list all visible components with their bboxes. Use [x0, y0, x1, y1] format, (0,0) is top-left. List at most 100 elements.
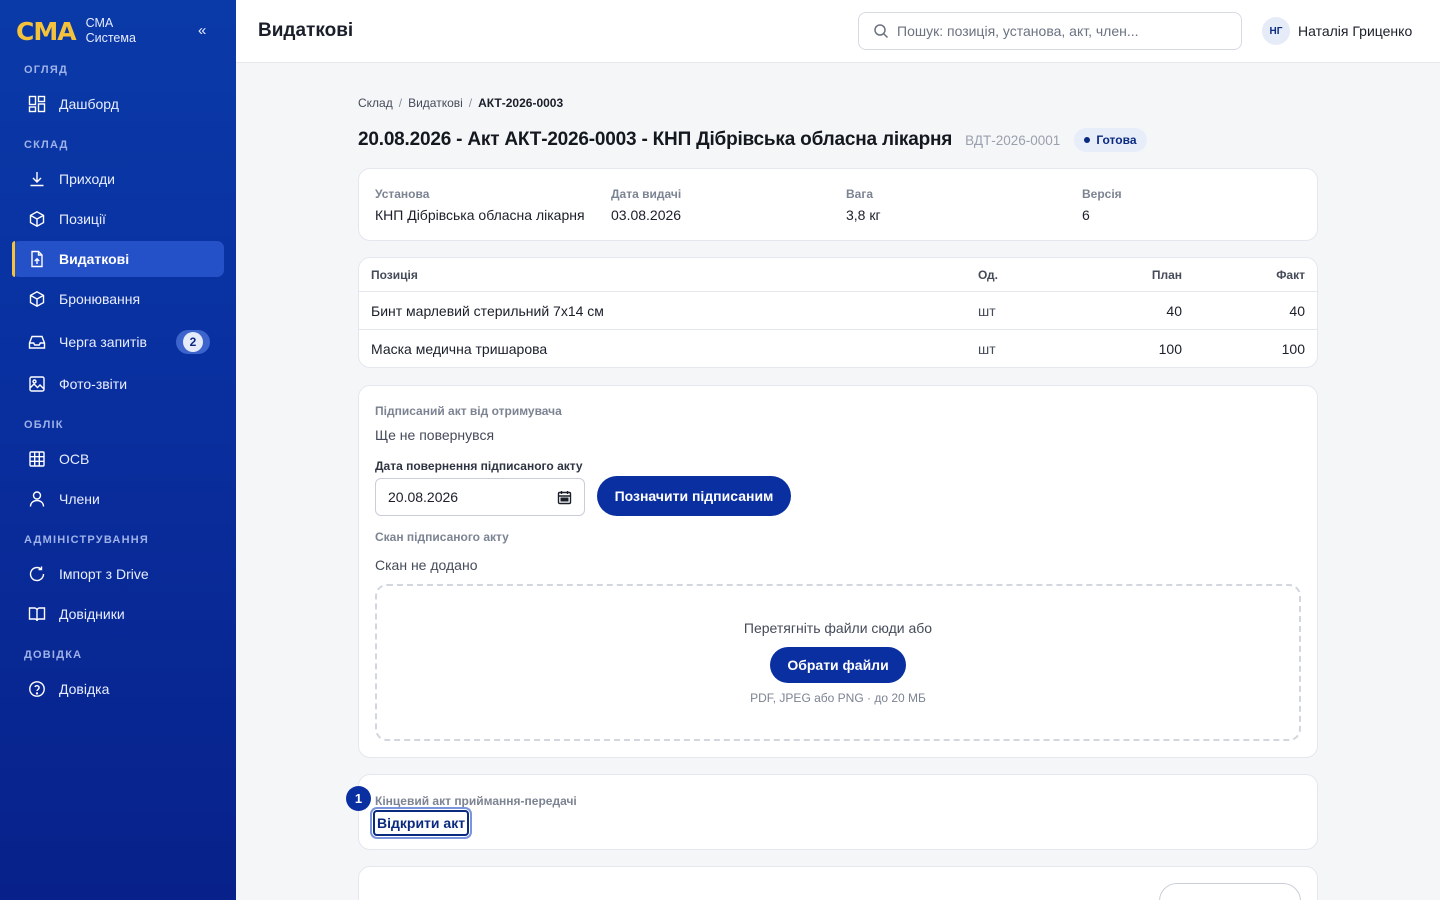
signed-act-status: Ще не повернувся	[375, 427, 495, 443]
package-icon	[29, 290, 45, 308]
refresh-icon	[29, 566, 45, 582]
document-title: 20.08.2026 - Акт АКТ-2026-0003 - КНП Діб…	[358, 129, 953, 150]
cell-unit: шт	[978, 302, 996, 319]
document-upload-icon	[31, 250, 43, 268]
sidebar-item-osv[interactable]: ОСВ	[12, 441, 224, 477]
table-row: Бинт марлевий стерильний 7х14 см шт 40 4…	[359, 292, 1317, 330]
sidebar-item-members[interactable]: Члени	[12, 481, 224, 517]
sidebar-item-expenses[interactable]: Видаткові	[12, 241, 224, 277]
breadcrumb: Склад / Видаткові / АКТ-2026-0003	[358, 96, 563, 110]
sidebar-item-label: Імпорт з Drive	[59, 566, 149, 582]
breadcrumb-current: АКТ-2026-0003	[478, 96, 564, 110]
cell-unit: шт	[978, 341, 996, 357]
book-icon	[28, 607, 46, 622]
breadcrumb-warehouse[interactable]: Склад	[358, 96, 393, 110]
sidebar: СМА СМА Система « ОГЛЯД Дашборд СКЛАД Пр…	[0, 0, 236, 900]
meta-version: Версія 6	[1082, 187, 1122, 223]
meta-value: 03.08.2026	[611, 207, 682, 223]
sidebar-item-label: Приходи	[59, 171, 115, 187]
section-action-button[interactable]	[1159, 883, 1301, 900]
meta-institution: Установа КНП Дібрівська обласна лікарня	[375, 187, 585, 223]
next-section-card	[358, 866, 1318, 900]
brand[interactable]: СМА СМА Система	[16, 16, 136, 46]
status-badge: Готова	[1074, 128, 1147, 152]
meta-value: 3,8 кг	[846, 207, 881, 223]
image-icon	[29, 376, 45, 392]
status-label: Готова	[1096, 133, 1137, 147]
mark-signed-button[interactable]: Позначити підписаним	[597, 476, 791, 516]
box-icon	[29, 210, 45, 228]
sidebar-item-positions[interactable]: Позиції	[12, 201, 224, 237]
brand-line-1: СМА	[85, 16, 114, 30]
help-circle-icon	[29, 681, 45, 697]
sidebar-item-arrivals[interactable]: Приходи	[12, 161, 224, 197]
return-date-value: 20.08.2026	[388, 489, 459, 505]
return-date-input[interactable]: 20.08.2026	[375, 478, 585, 516]
column-position: Позиція	[371, 267, 418, 282]
dashboard-icon	[28, 95, 46, 113]
section-admin: АДМІНІСТРУВАННЯ	[24, 534, 149, 546]
meta-label: Установа	[375, 187, 430, 201]
table-row: Маска медична тришарова шт 100 100	[359, 330, 1317, 367]
search-input[interactable]	[897, 23, 1217, 39]
sidebar-item-photo-reports[interactable]: Фото-звіти	[12, 366, 224, 402]
breadcrumb-separator: /	[468, 96, 473, 110]
cell-position: Бинт марлевий стерильний 7х14 см	[371, 302, 604, 319]
sidebar-item-dashboard[interactable]: Дашборд	[12, 86, 224, 122]
sidebar-item-label: Черга запитів	[59, 334, 147, 350]
choose-files-button[interactable]: Обрати файли	[770, 647, 906, 683]
cell-plan: 40	[1166, 302, 1182, 319]
column-fact: Факт	[1276, 267, 1305, 282]
sidebar-item-help[interactable]: Довідка	[12, 671, 224, 707]
meta-value: 6	[1082, 207, 1090, 223]
sidebar-item-label: Довідка	[59, 681, 110, 697]
table-header: Позиція Од. План Факт	[359, 258, 1317, 292]
search-box[interactable]	[858, 12, 1242, 50]
items-table: Позиція Од. План Факт Бинт марлевий стер…	[358, 257, 1318, 368]
brand-line-2: Система	[85, 31, 136, 45]
scan-label: Скан підписаного акту	[375, 530, 509, 544]
scan-status: Скан не додано	[375, 557, 478, 573]
sidebar-item-label: Члени	[59, 491, 100, 507]
sidebar-item-label: Видаткові	[59, 251, 130, 267]
section-accounting: ОБЛІК	[24, 419, 64, 431]
column-plan: План	[1151, 267, 1182, 282]
table-grid-icon	[29, 451, 45, 467]
column-unit: Од.	[978, 267, 998, 282]
sidebar-item-reservations[interactable]: Бронювання	[12, 281, 224, 317]
signed-act-card: Підписаний акт від отримувача Ще не пове…	[358, 385, 1318, 758]
document-meta-card: Установа КНП Дібрівська обласна лікарня …	[358, 168, 1318, 241]
file-dropzone[interactable]: Перетягніть файли сюди або Обрати файли …	[375, 584, 1301, 741]
top-bar: Видаткові НГ Наталія Гриценко	[236, 0, 1440, 63]
sidebar-item-label: Довідники	[59, 606, 125, 622]
cell-fact: 100	[1281, 341, 1305, 357]
meta-value: КНП Дібрівська обласна лікарня	[375, 207, 585, 223]
step-marker: 1	[346, 786, 371, 811]
final-act-card: Кінцевий акт приймання-передачі Відкрити…	[358, 774, 1318, 850]
calendar-icon[interactable]	[557, 490, 572, 505]
queue-count: 2	[183, 332, 203, 352]
sidebar-item-label: Позиції	[59, 211, 106, 227]
search-icon	[874, 24, 889, 39]
sidebar-item-import-drive[interactable]: Імпорт з Drive	[12, 556, 224, 592]
cell-position: Маска медична тришарова	[371, 341, 548, 357]
section-warehouse: СКЛАД	[24, 139, 69, 151]
breadcrumb-expenses[interactable]: Видаткові	[408, 96, 463, 110]
sidebar-item-label: ОСВ	[59, 451, 90, 467]
cell-fact: 40	[1289, 302, 1305, 319]
meta-weight: Вага 3,8 кг	[846, 187, 881, 223]
meta-issue-date: Дата видачі 03.08.2026	[611, 187, 681, 223]
avatar: НГ	[1262, 17, 1290, 45]
status-dot-icon	[1084, 137, 1091, 143]
open-act-button[interactable]: Відкрити акт	[373, 810, 470, 836]
final-act-label: Кінцевий акт приймання-передачі	[375, 794, 577, 808]
sidebar-item-directories[interactable]: Довідники	[12, 596, 224, 632]
document-header: 20.08.2026 - Акт АКТ-2026-0003 - КНП Діб…	[358, 128, 1147, 152]
sidebar-item-request-queue[interactable]: Черга запитів 2	[12, 324, 224, 360]
collapse-sidebar-button[interactable]: «	[198, 22, 206, 39]
user-name: Наталія Гриценко	[1298, 23, 1413, 39]
signed-act-label: Підписаний акт від отримувача	[375, 404, 562, 418]
user-menu[interactable]: НГ Наталія Гриценко	[1262, 17, 1412, 45]
meta-label: Версія	[1082, 187, 1122, 201]
cell-plan: 100	[1158, 341, 1182, 357]
